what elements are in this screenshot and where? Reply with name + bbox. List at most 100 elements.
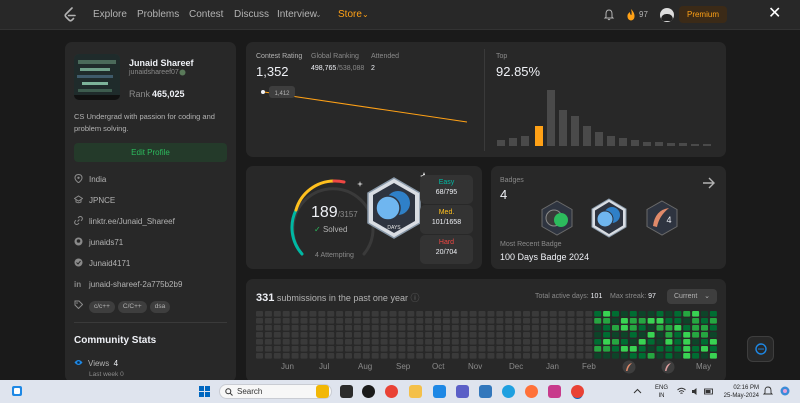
clock[interactable]: 02:16 PM 25-May-2024 xyxy=(719,384,759,400)
heatmap-cell[interactable] xyxy=(523,339,530,345)
heatmap-cell[interactable] xyxy=(380,339,388,345)
heatmap-cell[interactable] xyxy=(496,339,504,345)
heatmap-cell[interactable] xyxy=(282,332,290,338)
heatmap-cell[interactable] xyxy=(638,339,646,345)
heatmap-cell[interactable] xyxy=(505,311,513,317)
fire-streak-icon[interactable] xyxy=(626,9,636,21)
heatmap-cell[interactable] xyxy=(300,325,308,331)
website-row[interactable]: linktr.ee/Junaid_Shareef xyxy=(74,216,175,228)
heatmap-cell[interactable] xyxy=(345,353,352,359)
heatmap-cell[interactable] xyxy=(531,311,539,317)
heatmap-cell[interactable] xyxy=(336,339,344,345)
heatmap-cell[interactable] xyxy=(425,353,433,359)
heatmap-cell[interactable] xyxy=(442,332,450,338)
heatmap-cell[interactable] xyxy=(505,346,513,352)
heatmap-cell[interactable] xyxy=(398,339,406,345)
heatmap-cell[interactable] xyxy=(478,332,486,338)
heatmap-cell[interactable] xyxy=(594,325,602,331)
search-highlight-icon[interactable] xyxy=(316,385,329,398)
heatmap-cell[interactable] xyxy=(264,353,272,359)
heatmap-cell[interactable] xyxy=(603,311,611,317)
heatmap-cell[interactable] xyxy=(496,311,504,317)
heatmap-cell[interactable] xyxy=(425,318,433,324)
heatmap-cell[interactable] xyxy=(345,346,352,352)
heatmap-cell[interactable] xyxy=(558,311,566,317)
heatmap-cell[interactable] xyxy=(336,346,344,352)
heatmap-cell[interactable] xyxy=(692,332,700,338)
heatmap-cell[interactable] xyxy=(371,325,379,331)
heatmap-cell[interactable] xyxy=(434,332,441,338)
heatmap-cell[interactable] xyxy=(647,353,655,359)
heatmap-cell[interactable] xyxy=(469,339,477,345)
heatmap-cell[interactable] xyxy=(665,311,673,317)
heatmap-cell[interactable] xyxy=(540,353,548,359)
heatmap-cell[interactable] xyxy=(496,325,504,331)
heatmap-cell[interactable] xyxy=(380,325,388,331)
heatmap-cell[interactable] xyxy=(683,332,691,338)
heatmap-cell[interactable] xyxy=(345,318,352,324)
heatmap-cell[interactable] xyxy=(496,346,504,352)
heatmap-cell[interactable] xyxy=(487,325,495,331)
heatmap-cell[interactable] xyxy=(505,339,513,345)
heatmap-cell[interactable] xyxy=(353,311,361,317)
heatmap-cell[interactable] xyxy=(371,318,379,324)
heatmap-cell[interactable] xyxy=(674,353,682,359)
heatmap-cell[interactable] xyxy=(612,332,619,338)
heatmap-cell[interactable] xyxy=(362,325,370,331)
nav-store[interactable]: Store xyxy=(338,9,362,20)
heatmap-cell[interactable] xyxy=(576,346,584,352)
heatmap-cell[interactable] xyxy=(309,353,317,359)
heatmap-cell[interactable] xyxy=(665,353,673,359)
heatmap-cell[interactable] xyxy=(256,339,263,345)
badge-annual-icon[interactable]: 4 xyxy=(645,200,679,236)
heatmap-cell[interactable] xyxy=(612,346,619,352)
heatmap-cell[interactable] xyxy=(514,353,522,359)
heatmap-cell[interactable] xyxy=(603,325,611,331)
heatmap-cell[interactable] xyxy=(594,346,602,352)
heatmap-cell[interactable] xyxy=(256,325,263,331)
heatmap-cell[interactable] xyxy=(442,325,450,331)
edge-icon[interactable] xyxy=(502,385,515,398)
heatmap-cell[interactable] xyxy=(558,339,566,345)
heatmap-cell[interactable] xyxy=(398,332,406,338)
heatmap-cell[interactable] xyxy=(460,353,468,359)
chat-button[interactable] xyxy=(747,336,774,362)
heatmap-cell[interactable] xyxy=(389,346,397,352)
heatmap-cell[interactable] xyxy=(514,346,522,352)
heatmap-cell[interactable] xyxy=(362,332,370,338)
heatmap-cell[interactable] xyxy=(656,346,664,352)
heatmap-cell[interactable] xyxy=(531,325,539,331)
heatmap-cell[interactable] xyxy=(647,332,655,338)
heatmap-cell[interactable] xyxy=(469,353,477,359)
heatmap-cell[interactable] xyxy=(692,346,700,352)
heatmap-cell[interactable] xyxy=(549,325,557,331)
edit-profile-button[interactable]: Edit Profile xyxy=(74,143,227,162)
heatmap-cell[interactable] xyxy=(416,353,424,359)
heatmap-cell[interactable] xyxy=(549,318,557,324)
heatmap-cell[interactable] xyxy=(398,311,406,317)
heatmap-cell[interactable] xyxy=(487,311,495,317)
bell-icon[interactable] xyxy=(603,9,615,21)
heatmap-cell[interactable] xyxy=(701,353,708,359)
skill-tag[interactable]: c/c++ xyxy=(89,301,115,313)
nav-problems[interactable]: Problems xyxy=(137,9,179,20)
firefox-icon[interactable] xyxy=(525,385,538,398)
heatmap-cell[interactable] xyxy=(647,339,655,345)
heatmap-cell[interactable] xyxy=(692,353,700,359)
heatmap-cell[interactable] xyxy=(576,325,584,331)
heatmap-cell[interactable] xyxy=(442,353,450,359)
heatmap-cell[interactable] xyxy=(425,325,433,331)
rating-point[interactable] xyxy=(261,90,265,94)
heatmap-cell[interactable] xyxy=(469,346,477,352)
heatmap-cell[interactable] xyxy=(309,346,317,352)
heatmap-cell[interactable] xyxy=(701,332,708,338)
heatmap-cell[interactable] xyxy=(692,311,700,317)
heatmap-cell[interactable] xyxy=(451,353,459,359)
github2-row[interactable]: Junaid4171 xyxy=(74,258,130,270)
heatmap-cell[interactable] xyxy=(460,318,468,324)
dell-icon[interactable] xyxy=(362,385,375,398)
heatmap-cell[interactable] xyxy=(407,332,415,338)
nav-explore[interactable]: Explore xyxy=(93,9,127,20)
heatmap-cell[interactable] xyxy=(371,332,379,338)
heatmap-cell[interactable] xyxy=(345,311,352,317)
